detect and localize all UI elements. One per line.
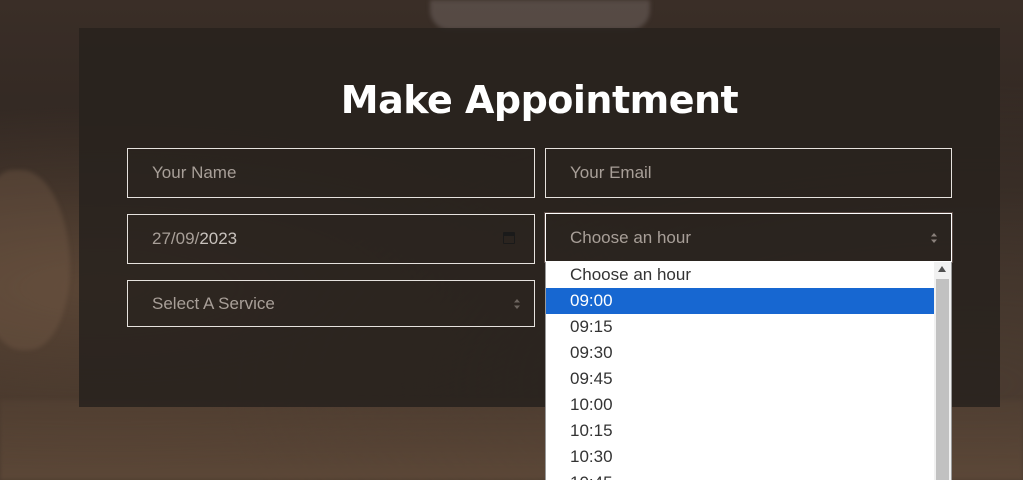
hour-option[interactable]: 10:45 — [546, 470, 934, 480]
hour-option[interactable]: 10:15 — [546, 418, 934, 444]
name-field[interactable]: Your Name — [127, 148, 535, 198]
hour-option[interactable]: Choose an hour — [546, 262, 934, 288]
name-placeholder: Your Name — [152, 163, 237, 182]
hour-option[interactable]: 10:00 — [546, 392, 934, 418]
date-year: 2023 — [199, 229, 238, 248]
hour-option-highlighted[interactable]: 09:00 — [546, 288, 934, 314]
hour-option[interactable]: 09:30 — [546, 340, 934, 366]
date-day: 27 — [152, 229, 171, 248]
date-month: 09 — [175, 229, 195, 248]
hour-option[interactable]: 09:45 — [546, 366, 934, 392]
service-select[interactable]: Select A Service — [127, 280, 535, 327]
scroll-thumb[interactable] — [936, 279, 949, 480]
scroll-up-arrow-icon[interactable] — [938, 266, 946, 272]
updown-arrows-icon — [930, 232, 938, 244]
dropdown-scrollbar[interactable] — [934, 262, 951, 480]
hour-option[interactable]: 09:15 — [546, 314, 934, 340]
hour-select-value: Choose an hour — [570, 227, 691, 247]
email-placeholder: Your Email — [570, 163, 652, 182]
hour-select[interactable]: Choose an hour — [544, 212, 953, 263]
email-field[interactable]: Your Email — [545, 148, 952, 198]
calendar-icon[interactable] — [503, 232, 515, 244]
service-select-value: Select A Service — [152, 293, 275, 313]
background-decoration — [430, 0, 650, 30]
page-title: Make Appointment — [340, 78, 739, 122]
hour-option[interactable]: 10:30 — [546, 444, 934, 470]
date-field[interactable]: 27/09/2023 — [127, 214, 535, 264]
hour-dropdown-list[interactable]: Choose an hour 09:00 09:15 09:30 09:45 1… — [545, 262, 952, 480]
background-decoration — [0, 170, 70, 350]
updown-arrows-icon — [513, 298, 521, 310]
